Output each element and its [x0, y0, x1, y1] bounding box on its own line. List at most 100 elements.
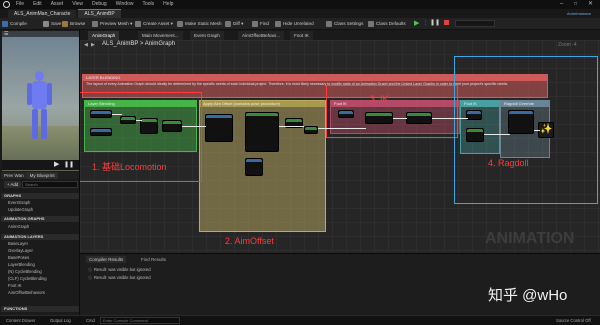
tab-my-blueprint[interactable]: My Blueprint: [26, 172, 58, 179]
graph-tabs: AnimGraph Main Movement... Event Graph A…: [80, 30, 600, 40]
blueprint-search-input[interactable]: [22, 181, 78, 188]
section-graphs[interactable]: GRAPHS: [1, 193, 79, 199]
layer-item-layerblending[interactable]: LayerBlending: [8, 262, 35, 268]
graph-item-animgraph[interactable]: AnimGraph: [8, 224, 29, 230]
add-button[interactable]: + Add: [4, 181, 22, 188]
layer-item-baselayer[interactable]: BaseLayer: [8, 241, 28, 247]
document-tabs: ALS_AnimMan_Characte ALS_AnimBP AnimInsta…: [0, 9, 600, 19]
compile-button[interactable]: Compile: [2, 20, 27, 28]
layer-item-clf-cycleblending[interactable]: (CLF) CycleBlending: [8, 276, 47, 282]
node-aim-3[interactable]: [245, 158, 263, 176]
graph-tab-animgraph[interactable]: AnimGraph: [88, 31, 120, 40]
node-ragdoll-2[interactable]: [508, 110, 534, 134]
browse-button[interactable]: Browse: [62, 20, 85, 28]
menu-help[interactable]: Help: [163, 0, 173, 9]
breadcrumb[interactable]: ALS_AnimBP > AnimGraph: [102, 41, 175, 47]
hide-unrelated-button[interactable]: Hide Unrelated: [275, 20, 314, 28]
node-aim-1[interactable]: [205, 114, 233, 142]
section-animation-layers[interactable]: ANIMATION LAYERS: [1, 234, 79, 240]
menu-window[interactable]: Window: [116, 0, 134, 9]
graph-type-watermark: ANIMATION: [485, 230, 575, 247]
menu-tools[interactable]: Tools: [142, 0, 154, 9]
node-linked-layer-1[interactable]: [90, 110, 112, 118]
node-ragdoll-1[interactable]: [466, 128, 484, 142]
graph-tab-main-movement[interactable]: Main Movement...: [138, 31, 183, 40]
minimize-icon[interactable]: –: [560, 1, 563, 7]
menu-debug[interactable]: Debug: [92, 0, 107, 9]
debug-object-dropdown[interactable]: [455, 20, 495, 27]
graph-tab-event-graph[interactable]: Event Graph: [190, 31, 224, 40]
node-foot-ik-2[interactable]: [365, 112, 393, 124]
info-icon: ⓘ: [88, 267, 92, 272]
tab-preview[interactable]: Prev Wan: [1, 172, 27, 179]
node-blend-1[interactable]: [120, 116, 136, 124]
graph-tab-foot-ik[interactable]: Foot IK: [290, 31, 313, 40]
save-button[interactable]: Save: [43, 20, 61, 28]
stop-icon[interactable]: [444, 20, 449, 25]
parent-class-value[interactable]: AnimInstance: [567, 11, 591, 16]
diff-button[interactable]: Diff ▾: [225, 20, 243, 28]
node-foot-ik-1[interactable]: [338, 110, 354, 118]
class-settings-button[interactable]: Class Settings: [326, 20, 363, 28]
play-options-icon[interactable]: ⋮: [423, 20, 428, 26]
graph-forward-icon[interactable]: ▶: [91, 42, 95, 48]
layer-item-overlaylayer[interactable]: OverlayLayer: [8, 248, 33, 254]
comment-title: Apply Aim Offset (contains pose procedur…: [200, 101, 325, 107]
layer-item-aimoffsetbehaviors[interactable]: AimOffsetBehaviors: [8, 290, 45, 296]
exec-wire: [534, 130, 540, 131]
close-icon[interactable]: ✕: [588, 0, 593, 7]
diff-icon: [225, 20, 231, 27]
exec-wire: [279, 126, 304, 127]
graph-tab-aimoffset[interactable]: AimOffsetBehavi...: [238, 31, 284, 40]
menu-asset[interactable]: Asset: [51, 0, 64, 9]
viewport-menu-icon[interactable]: ☰: [4, 31, 8, 37]
make-static-mesh-label: Make Static Mesh: [185, 21, 222, 26]
pause-icon[interactable]: ❚❚: [430, 19, 440, 26]
tab-find-results[interactable]: Find Results: [138, 256, 169, 263]
maximize-icon[interactable]: □: [574, 1, 577, 7]
graph-item-eventgraph[interactable]: EventGraph: [8, 200, 30, 206]
content-drawer-button[interactable]: Content Drawer: [6, 317, 35, 325]
preview-viewport[interactable]: ☰: [2, 31, 79, 171]
menu-view[interactable]: View: [72, 0, 83, 9]
node-aim-2[interactable]: [245, 112, 279, 152]
menu-edit[interactable]: Edit: [33, 0, 42, 9]
tab-compiler-results[interactable]: Compiler Results: [86, 256, 127, 263]
layer-item-n-cycleblending[interactable]: (N) CycleBlending: [8, 269, 42, 275]
create-asset-button[interactable]: Create Asset ▾: [135, 20, 173, 28]
doc-tab-animbp[interactable]: ALS_AnimBP: [78, 9, 121, 18]
node-blend-2[interactable]: [140, 118, 158, 134]
node-aim-5[interactable]: [304, 126, 318, 134]
node-foot-ik-3[interactable]: [406, 112, 432, 124]
gear-icon: [326, 20, 332, 27]
layer-item-baseposes[interactable]: BasePoses: [8, 255, 29, 261]
playback-pause-icon[interactable]: ❚❚: [64, 161, 74, 168]
class-defaults-button[interactable]: Class Defaults: [368, 20, 406, 28]
node-blend-3[interactable]: [162, 120, 182, 132]
console-command-input[interactable]: [100, 317, 180, 324]
cmd-dropdown[interactable]: Cmd: [86, 317, 95, 325]
section-functions[interactable]: FUNCTIONS: [1, 306, 79, 312]
menu-file[interactable]: File: [16, 0, 24, 9]
graph-back-icon[interactable]: ◀: [84, 42, 88, 48]
find-label: Find: [260, 21, 269, 26]
make-static-mesh-button[interactable]: Make Static Mesh: [177, 20, 222, 28]
layer-item-foot-ik[interactable]: Foot IK: [8, 283, 22, 289]
exec-wire: [112, 114, 122, 115]
source-control-status[interactable]: Source Control Off: [556, 317, 591, 325]
character-leg-right: [41, 109, 47, 139]
info-icon: ⓘ: [88, 275, 92, 280]
playback-play-icon[interactable]: ▶: [54, 160, 59, 168]
graph-item-updategraph[interactable]: UpdateGraph: [8, 207, 33, 213]
graph-canvas[interactable]: ◀ ▶ ALS_AnimBP > AnimGraph Zoom -4 LAYER…: [80, 40, 600, 253]
node-foot-ik-4[interactable]: [466, 110, 482, 120]
class-defaults-icon: [368, 20, 374, 27]
exec-wire: [136, 120, 142, 121]
node-linked-layer-2[interactable]: [90, 128, 112, 136]
preview-mesh-button[interactable]: Preview Mesh ▾: [92, 20, 132, 28]
compiler-line-2: Result: was visible but ignored: [94, 275, 151, 280]
play-icon[interactable]: ▶: [414, 19, 419, 27]
output-log-button[interactable]: Output Log: [50, 317, 71, 325]
find-button[interactable]: Find: [252, 20, 269, 28]
section-animation-graphs[interactable]: ANIMATION GRAPHS: [1, 216, 79, 222]
